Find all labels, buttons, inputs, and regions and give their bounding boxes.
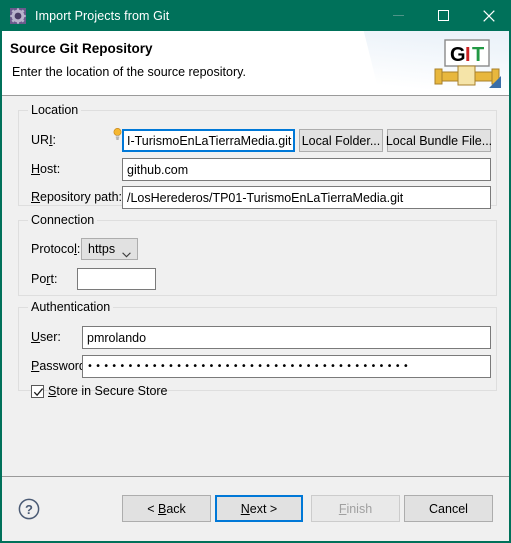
page-description: Enter the location of the source reposit… (12, 65, 246, 79)
host-input[interactable]: github.com (122, 158, 491, 181)
svg-text:?: ? (25, 502, 33, 517)
user-label: User: (31, 330, 61, 344)
connection-group-label: Connection (28, 213, 98, 227)
svg-text:G: G (450, 44, 466, 66)
git-logo-icon: G I T (431, 36, 503, 92)
page-title: Source Git Repository (10, 41, 153, 56)
uri-label: URI: (31, 133, 57, 147)
svg-text:T: T (472, 44, 484, 66)
repository-path-label: Repository path: (31, 190, 123, 204)
authentication-group: Authentication User: pmrolando Password:… (18, 300, 497, 398)
local-folder-button[interactable]: Local Folder... (299, 129, 383, 152)
minimize-icon[interactable] (376, 0, 421, 31)
wizard-page-content: Location URI: I-TurismoEnLaTierraMedia.g… (2, 96, 509, 477)
local-bundle-file-button[interactable]: Local Bundle File... (386, 129, 492, 152)
eclipse-wizard-icon (10, 7, 26, 24)
authentication-group-label: Authentication (28, 300, 114, 314)
back-button[interactable]: < Back (122, 495, 211, 522)
chevron-down-icon (122, 247, 131, 261)
cancel-button[interactable]: Cancel (404, 495, 493, 522)
host-label: Host: (31, 162, 61, 176)
lightbulb-decoration-icon (113, 127, 122, 140)
window-title: Import Projects from Git (35, 8, 170, 23)
port-input[interactable] (77, 268, 156, 290)
checkbox-box (31, 384, 44, 398)
finish-button: Finish (311, 495, 400, 522)
maximize-icon[interactable] (421, 0, 466, 31)
repository-path-input[interactable]: /LosHerederos/TP01-TurismoEnLaTierraMedi… (122, 186, 491, 209)
next-button-label: Next > (240, 501, 278, 516)
protocol-select[interactable]: https (81, 238, 138, 260)
title-bar: Import Projects from Git (2, 0, 509, 31)
location-group: Location URI: I-TurismoEnLaTierraMedia.g… (18, 103, 497, 209)
uri-input[interactable]: I-TurismoEnLaTierraMedia.git (122, 129, 295, 152)
password-masked-value: •••••••••••••••••••••••••••••••••••••••• (87, 360, 411, 372)
wizard-banner: Source Git Repository Enter the location… (2, 31, 509, 96)
dialog-button-bar: ? < Back Next > Finish Cancel (2, 476, 509, 541)
help-icon[interactable]: ? (18, 498, 40, 520)
protocol-selected-value: https (88, 242, 116, 256)
password-label: Password: (31, 359, 90, 373)
close-icon[interactable] (466, 0, 509, 31)
cancel-button-label: Cancel (429, 501, 468, 516)
store-in-secure-store-label: Store in Secure Store (48, 384, 168, 398)
store-in-secure-store-checkbox[interactable]: Store in Secure Store (31, 384, 168, 398)
location-group-label: Location (28, 103, 82, 117)
window-controls (376, 0, 509, 31)
connection-group: Connection Protocol: https Port: (18, 213, 497, 296)
password-input[interactable]: •••••••••••••••••••••••••••••••••••••••• (82, 355, 491, 378)
port-label: Port: (31, 272, 58, 286)
next-button[interactable]: Next > (215, 495, 303, 522)
back-button-label: < Back (147, 501, 186, 516)
protocol-label: Protocol: (31, 242, 81, 256)
finish-button-label: Finish (338, 501, 373, 516)
svg-text:I: I (465, 44, 471, 66)
import-git-wizard-window: Import Projects from Git Source Git Repo… (0, 0, 511, 543)
user-input[interactable]: pmrolando (82, 326, 491, 349)
